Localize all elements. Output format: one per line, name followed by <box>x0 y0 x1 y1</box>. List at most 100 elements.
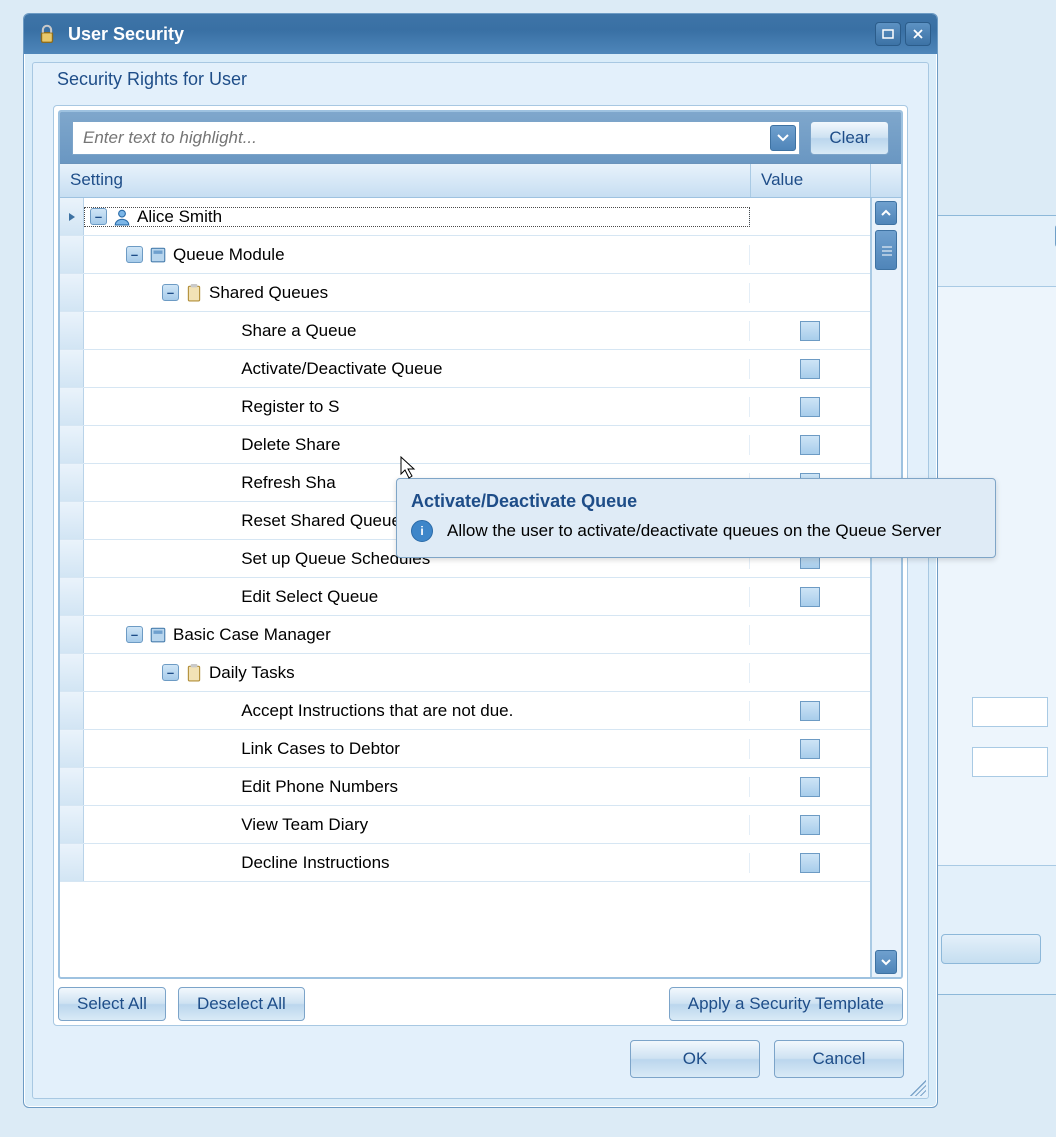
search-input[interactable] <box>73 128 767 148</box>
row-indicator <box>60 806 84 843</box>
table-row[interactable]: Accept Instructions that are not due. <box>60 692 870 730</box>
setting-cell: Activate/Deactivate Queue <box>84 359 750 379</box>
permission-checkbox[interactable] <box>800 321 820 341</box>
row-indicator <box>60 768 84 805</box>
row-indicator <box>60 274 84 311</box>
vertical-scrollbar[interactable] <box>871 198 901 977</box>
module-icon <box>149 626 167 644</box>
setting-label: Queue Module <box>173 245 285 265</box>
row-indicator <box>60 464 84 501</box>
setting-cell: – Queue Module <box>84 245 750 265</box>
permission-checkbox[interactable] <box>800 587 820 607</box>
window-title: User Security <box>68 24 184 45</box>
setting-label: Refresh Sha <box>241 473 336 493</box>
tooltip-title: Activate/Deactivate Queue <box>411 491 979 512</box>
permission-checkbox[interactable] <box>800 739 820 759</box>
setting-label: Delete Share <box>241 435 340 455</box>
info-icon: i <box>411 520 433 542</box>
cursor-icon <box>400 456 420 482</box>
setting-label: Basic Case Manager <box>173 625 331 645</box>
clear-button[interactable]: Clear <box>810 121 889 155</box>
minus-icon[interactable]: – <box>162 284 179 301</box>
maximize-button[interactable] <box>875 22 901 46</box>
row-indicator <box>60 502 84 539</box>
minus-icon[interactable]: – <box>90 208 107 225</box>
permission-checkbox[interactable] <box>800 815 820 835</box>
setting-cell: –Shared Queues <box>84 283 750 303</box>
scroll-thumb[interactable] <box>875 230 897 270</box>
column-value[interactable]: Value <box>751 164 871 197</box>
table-row[interactable]: – Daily Tasks <box>60 654 870 692</box>
permission-checkbox[interactable] <box>800 435 820 455</box>
background-input <box>972 747 1048 777</box>
setting-label: Accept Instructions that are not due. <box>241 701 513 721</box>
setting-cell: Edit Select Queue <box>84 587 750 607</box>
setting-label: Daily Tasks <box>209 663 295 683</box>
setting-cell: View Team Diary <box>84 815 750 835</box>
row-indicator <box>60 578 84 615</box>
setting-label: Edit Phone Numbers <box>241 777 398 797</box>
row-indicator <box>60 616 84 653</box>
value-cell <box>750 739 870 759</box>
row-indicator <box>60 198 84 235</box>
setting-label: Activate/Deactivate Queue <box>241 359 442 379</box>
permission-checkbox[interactable] <box>800 397 820 417</box>
setting-cell: Accept Instructions that are not due. <box>84 701 750 721</box>
table-row[interactable]: – Alice Smith <box>60 198 870 236</box>
value-cell <box>750 587 870 607</box>
table-row[interactable]: Share a Queue <box>60 312 870 350</box>
setting-cell: Register to S <box>84 397 750 417</box>
search-combo[interactable] <box>72 121 800 155</box>
value-cell <box>750 397 870 417</box>
value-cell <box>750 359 870 379</box>
table-row[interactable]: Register to S <box>60 388 870 426</box>
table-row[interactable]: –Shared Queues <box>60 274 870 312</box>
ok-button[interactable]: OK <box>630 1040 760 1078</box>
security-groupbox: Clear Setting Value – Alice Smith – Queue M… <box>53 105 908 1026</box>
table-row[interactable]: Edit Phone Numbers <box>60 768 870 806</box>
setting-cell: Link Cases to Debtor <box>84 739 750 759</box>
setting-cell: Decline Instructions <box>84 853 750 873</box>
table-row[interactable]: Delete Share <box>60 426 870 464</box>
setting-label: Alice Smith <box>137 207 222 227</box>
client-area: Security Rights for User Clear Setting V… <box>32 62 929 1099</box>
value-cell <box>750 777 870 797</box>
resize-grip[interactable] <box>910 1080 926 1096</box>
close-button[interactable] <box>905 22 931 46</box>
deselect-all-button[interactable]: Deselect All <box>178 987 305 1021</box>
minus-icon[interactable]: – <box>126 626 143 643</box>
permission-checkbox[interactable] <box>800 701 820 721</box>
background-button <box>941 934 1041 964</box>
scroll-down-button[interactable] <box>875 950 897 974</box>
apply-template-button[interactable]: Apply a Security Template <box>669 987 903 1021</box>
row-indicator <box>60 654 84 691</box>
titlebar[interactable]: User Security <box>24 14 937 54</box>
row-indicator <box>60 236 84 273</box>
tooltip-body: Allow the user to activate/deactivate qu… <box>447 520 979 543</box>
row-indicator <box>60 426 84 463</box>
permission-checkbox[interactable] <box>800 853 820 873</box>
minus-icon[interactable]: – <box>126 246 143 263</box>
scroll-up-button[interactable] <box>875 201 897 225</box>
permission-checkbox[interactable] <box>800 359 820 379</box>
groupbox-title: Security Rights for User <box>53 69 251 90</box>
minus-icon[interactable]: – <box>162 664 179 681</box>
table-row[interactable]: Activate/Deactivate Queue <box>60 350 870 388</box>
table-row[interactable]: Link Cases to Debtor <box>60 730 870 768</box>
dialog-buttons: OK Cancel <box>53 1026 908 1078</box>
setting-label: View Team Diary <box>241 815 368 835</box>
value-cell <box>750 321 870 341</box>
value-cell <box>750 853 870 873</box>
permission-checkbox[interactable] <box>800 777 820 797</box>
table-row[interactable]: Decline Instructions <box>60 844 870 882</box>
table-row[interactable]: – Basic Case Manager <box>60 616 870 654</box>
chevron-down-icon[interactable] <box>770 125 796 151</box>
table-row[interactable]: Edit Select Queue <box>60 578 870 616</box>
select-all-button[interactable]: Select All <box>58 987 166 1021</box>
setting-cell: – Daily Tasks <box>84 663 750 683</box>
row-indicator <box>60 692 84 729</box>
table-row[interactable]: – Queue Module <box>60 236 870 274</box>
column-setting[interactable]: Setting <box>60 164 751 197</box>
cancel-button[interactable]: Cancel <box>774 1040 904 1078</box>
table-row[interactable]: View Team Diary <box>60 806 870 844</box>
